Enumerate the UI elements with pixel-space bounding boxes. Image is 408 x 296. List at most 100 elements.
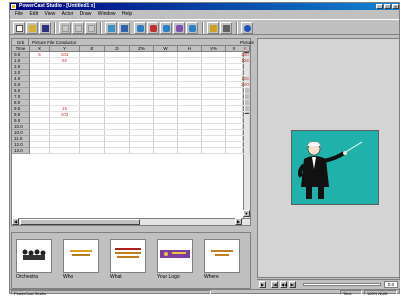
who-thumbnail-icon (70, 250, 92, 256)
redo-icon (222, 24, 230, 32)
save-button[interactable] (39, 22, 51, 34)
image-actor-icon (107, 24, 115, 32)
clip-who[interactable]: Who (63, 239, 99, 281)
clip-what[interactable]: What (110, 239, 146, 281)
status-time: Time (340, 290, 362, 296)
table-cell[interactable] (241, 148, 250, 154)
menu-edit[interactable]: Edit (29, 11, 38, 18)
status-bar: PowerCast Studio Time 100% NUM (10, 289, 399, 296)
copy-button[interactable] (72, 22, 84, 34)
status-text: PowerCast Studio (11, 290, 211, 296)
time-cell[interactable]: 13.0 (12, 148, 30, 154)
menu-bar: File Edit View Actor Draw Window Help (10, 11, 399, 18)
table-cell[interactable] (154, 148, 178, 154)
stage-window (257, 38, 400, 278)
title-bar: PowerCast Studio - [Untitled1 x] _ □ × (10, 3, 399, 10)
toolbar (10, 19, 399, 35)
step-back-icon[interactable]: ◀◀ (280, 281, 287, 288)
what-thumbnail-icon (115, 248, 141, 258)
open-button[interactable] (26, 22, 38, 34)
grab-button[interactable]: Grb (13, 39, 29, 46)
tool-1-icon (136, 24, 144, 32)
tool-2-button[interactable] (147, 22, 159, 34)
tool-4-icon (175, 24, 183, 32)
play-icon[interactable]: ▶ (259, 281, 266, 288)
table-cell[interactable] (50, 148, 80, 154)
clip-label: Where (204, 274, 219, 280)
scroll-thumb[interactable] (20, 219, 140, 225)
rewind-icon[interactable]: |◀ (271, 281, 278, 288)
toolbar-separator (54, 22, 56, 34)
new-button[interactable] (13, 22, 25, 34)
table-cell[interactable] (80, 148, 105, 154)
clip-thumbnail[interactable] (63, 239, 99, 273)
score-horizontal-scrollbar[interactable]: ◀ ▶ (12, 218, 250, 225)
time-readout: 0.0 (384, 281, 398, 288)
main-window: PowerCast Studio - [Untitled1 x] _ □ × F… (9, 2, 400, 296)
minimize-button[interactable]: _ (376, 4, 383, 9)
clip-thumbnail[interactable] (157, 239, 193, 273)
close-button[interactable]: × (392, 4, 399, 9)
paste-button[interactable] (85, 22, 97, 34)
window-title: PowerCast Studio - [Untitled1 x] (19, 3, 96, 9)
app-icon (11, 4, 16, 9)
score-grid[interactable]: Time X Y E D Z% W H V% X 0.0 5 103 1.0 92 2.0… (12, 46, 243, 154)
clip-orchestra[interactable]: Orchestra (16, 239, 52, 281)
menu-help[interactable]: Help (122, 11, 132, 18)
scissors-icon (61, 24, 69, 32)
toolbar-separator (236, 22, 238, 34)
menu-view[interactable]: View (44, 11, 55, 18)
menu-file[interactable]: File (15, 11, 23, 18)
maximize-button[interactable]: □ (384, 4, 391, 9)
table-row[interactable] (241, 148, 250, 154)
player-controls: ▶ |◀ ◀◀ ▶| 0.0 (257, 279, 400, 288)
help-button[interactable] (241, 22, 253, 34)
actor-button[interactable] (105, 22, 117, 34)
sound-button[interactable] (118, 22, 130, 34)
score-window: Grb Picture File Conductor Picture F Tim… (11, 38, 254, 226)
scroll-down-icon[interactable]: ▼ (243, 210, 250, 217)
score-header: Grb Picture File Conductor Picture F (12, 39, 254, 52)
tool-1-button[interactable] (134, 22, 146, 34)
scroll-left-icon[interactable]: ◀ (12, 218, 19, 225)
table-cell[interactable] (105, 148, 130, 154)
stage-canvas[interactable] (291, 130, 379, 205)
table-row[interactable]: 13.0 (12, 148, 243, 154)
copy-icon (74, 24, 82, 32)
clip-where[interactable]: Where (204, 239, 240, 281)
clip-thumbnail[interactable] (110, 239, 146, 273)
paste-icon (87, 24, 95, 32)
table-cell[interactable] (130, 148, 154, 154)
clip-label: Orchestra (16, 274, 38, 280)
redo-button[interactable] (220, 22, 232, 34)
score-title: Picture File Conductor (32, 40, 77, 45)
table-cell[interactable] (178, 148, 202, 154)
menu-draw[interactable]: Draw (80, 11, 92, 18)
table-cell[interactable] (202, 148, 226, 154)
menu-actor[interactable]: Actor (62, 11, 74, 18)
toolbar-separator (100, 22, 102, 34)
cut-button[interactable] (59, 22, 71, 34)
disk-icon (41, 24, 49, 32)
clip-thumbnail[interactable] (16, 239, 52, 273)
logo-thumbnail-icon (160, 250, 190, 258)
scroll-right-icon[interactable]: ▶ (235, 218, 242, 225)
media-bin: Orchestra Who What Your Logo Where (11, 232, 251, 289)
tool-5-button[interactable] (186, 22, 198, 34)
tool-3-button[interactable] (160, 22, 172, 34)
clip-label: What (110, 274, 122, 280)
clip-thumbnail[interactable] (204, 239, 240, 273)
tool-3-icon (162, 24, 170, 32)
score-right-column[interactable]: X 240 128 128 240 (241, 46, 250, 154)
timeline-slider[interactable] (303, 283, 381, 286)
table-cell[interactable] (30, 148, 50, 154)
undo-button[interactable] (207, 22, 219, 34)
clip-label: Who (63, 274, 74, 280)
clip-your-logo[interactable]: Your Logo (157, 239, 193, 281)
help-icon (243, 24, 251, 32)
tool-4-button[interactable] (173, 22, 185, 34)
step-forward-icon[interactable]: ▶| (289, 281, 296, 288)
orchestra-thumbnail-icon (21, 249, 47, 260)
menu-window[interactable]: Window (98, 11, 116, 18)
status-zoom: 100% NUM (364, 290, 397, 296)
